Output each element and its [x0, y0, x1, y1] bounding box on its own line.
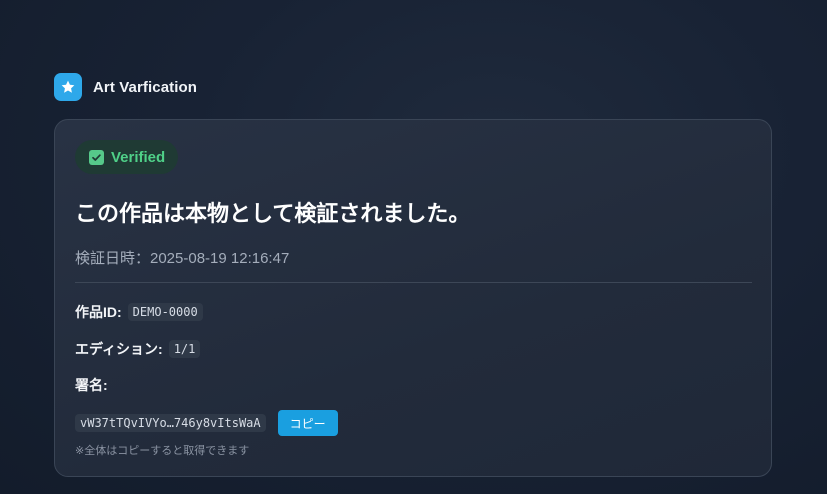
signature-label-row: 署名: [75, 375, 108, 395]
signature-label: 署名: [75, 377, 108, 393]
edition-value[interactable]: 1/1 [168, 340, 201, 358]
verification-card: Verified この作品は本物として検証されました。 検証日時：2025-08… [54, 119, 772, 477]
edition-row: エディション: 1/1 [75, 339, 201, 359]
divider [75, 282, 752, 283]
app-title: Art Varfication [93, 78, 198, 96]
check-square-icon [89, 149, 104, 165]
verified-badge: Verified [75, 140, 179, 174]
copy-hint: ※全体はコピーすると取得できます [75, 445, 250, 457]
verification-headline: この作品は本物として検証されました。 [75, 201, 471, 226]
work-id-value[interactable]: DEMO-0000 [127, 303, 203, 321]
work-id-label: 作品ID: [75, 304, 122, 320]
star-icon [54, 73, 82, 101]
copy-button[interactable]: コピー [277, 410, 338, 436]
verified-label: Verified [111, 148, 166, 166]
edition-label: エディション: [75, 341, 163, 357]
signature-row: vW37tTQvIVYo…746y8vItsWaA コピー [75, 410, 338, 436]
app-header: Art Varfication [54, 73, 197, 101]
signature-value[interactable]: vW37tTQvIVYo…746y8vItsWaA [75, 414, 266, 432]
verification-date: 検証日時：2025-08-19 12:16:47 [75, 250, 290, 267]
work-id-row: 作品ID: DEMO-0000 [75, 302, 203, 322]
